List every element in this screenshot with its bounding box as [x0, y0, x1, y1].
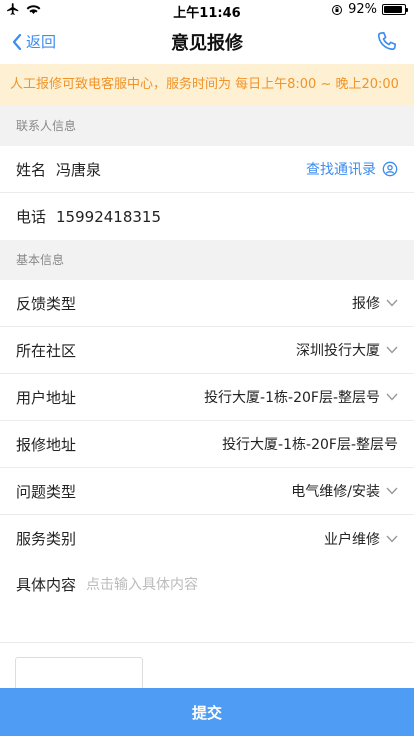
- field-label: 用户地址: [16, 388, 77, 407]
- lookup-contacts-label: 查找通讯录: [306, 162, 376, 178]
- basic-info-row[interactable]: 用户地址 投行大厦-1栋-20F层-整层号: [0, 374, 414, 421]
- field-value: 业户维修: [324, 531, 380, 548]
- orientation-lock-icon: [332, 4, 343, 15]
- service-notice-banner: 人工报修可致电客服中心，服务时间为 每日上午8:00 ~ 晚上20:00: [0, 64, 414, 106]
- basic-info-row[interactable]: 服务类别 业户维修: [0, 515, 414, 562]
- chevron-down-icon: [386, 299, 398, 307]
- back-button[interactable]: 返回: [12, 31, 56, 52]
- section-header-basic: 基本信息: [0, 240, 414, 280]
- chevron-down-icon: [386, 393, 398, 401]
- basic-info-row[interactable]: 报修地址 投行大厦-1栋-20F层-整层号: [0, 421, 414, 468]
- phone-call-button[interactable]: [376, 30, 398, 56]
- chevron-left-icon: [12, 33, 22, 50]
- nav-bar: 返回 意见报修: [0, 20, 414, 64]
- field-label: 报修地址: [16, 435, 77, 454]
- name-label: 姓名: [16, 160, 47, 179]
- field-value: 投行大厦-1栋-20F层-整层号: [222, 437, 398, 453]
- contact-person-icon: [382, 161, 398, 177]
- phone-value[interactable]: 15992418315: [56, 208, 161, 226]
- phone-icon: [377, 31, 397, 51]
- field-label: 问题类型: [16, 482, 77, 501]
- basic-info-row[interactable]: 问题类型 电气维修/安装: [0, 468, 414, 515]
- submit-button[interactable]: 提交: [0, 688, 414, 736]
- back-label: 返回: [26, 33, 57, 51]
- field-value: 投行大厦-1栋-20F层-整层号: [204, 390, 380, 406]
- content-label: 具体内容: [16, 576, 77, 594]
- content-input[interactable]: 点击输入具体内容: [86, 574, 198, 595]
- basic-info-row[interactable]: 所在社区 深圳投行大厦: [0, 327, 414, 374]
- section-header-contact: 联系人信息: [0, 106, 414, 146]
- contact-card: 姓名 冯唐泉 查找通讯录 电话 15992418315: [0, 146, 414, 240]
- field-label: 服务类别: [16, 530, 77, 548]
- basic-info-card: 反馈类型 报修 所在社区 深圳投行大厦 用户地址 投行大厦-1栋-20F层-整层号 报修地址…: [0, 280, 414, 562]
- page-title: 意见报修: [171, 33, 243, 54]
- field-label: 反馈类型: [16, 294, 77, 313]
- battery-percent: 92%: [348, 2, 377, 17]
- divider: [0, 642, 414, 643]
- basic-info-row[interactable]: 反馈类型 报修: [0, 280, 414, 327]
- phone-label: 电话: [16, 208, 47, 226]
- field-value: 电气维修/安装: [291, 484, 380, 500]
- status-bar: 上午11:46 92%: [0, 0, 414, 21]
- lookup-contacts-button[interactable]: 查找通讯录: [306, 159, 398, 179]
- contact-name-row: 姓名 冯唐泉 查找通讯录: [0, 146, 414, 193]
- chevron-down-icon: [386, 346, 398, 354]
- battery-icon: [382, 4, 408, 15]
- name-value[interactable]: 冯唐泉: [56, 159, 101, 180]
- field-label: 所在社区: [16, 341, 77, 360]
- chevron-down-icon: [386, 535, 398, 543]
- chevron-down-icon: [386, 487, 398, 495]
- field-value: 报修: [352, 296, 380, 312]
- contact-phone-row: 电话 15992418315: [0, 193, 414, 240]
- field-value: 深圳投行大厦: [296, 343, 380, 359]
